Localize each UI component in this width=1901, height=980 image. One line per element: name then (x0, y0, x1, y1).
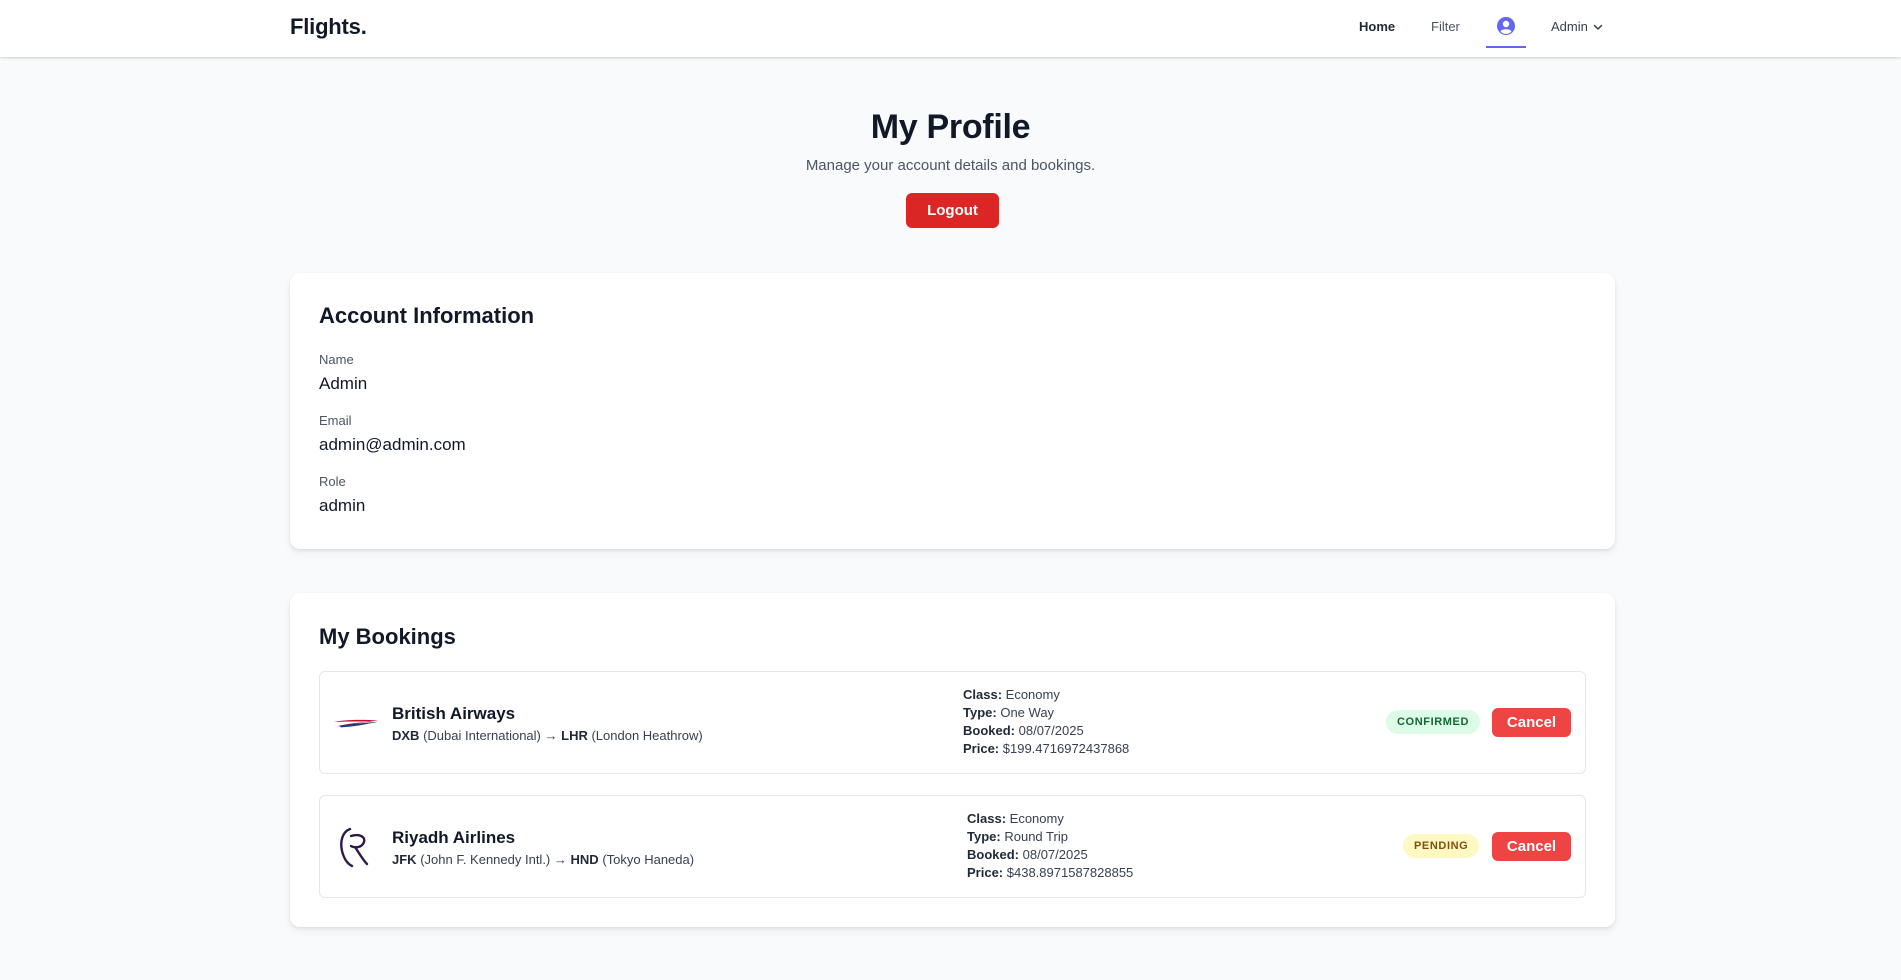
class-row: Class: Economy (963, 686, 1129, 704)
booked-value: 08/07/2025 (1022, 847, 1088, 862)
brand-logo[interactable]: Flights. (290, 14, 367, 40)
class-value: Economy (1009, 811, 1064, 826)
destination-code: LHR (561, 728, 588, 743)
origin-code: JFK (392, 852, 417, 867)
role-value: admin (319, 496, 366, 515)
destination-name: (Tokyo Haneda) (602, 852, 695, 867)
cancel-booking-button[interactable]: Cancel (1492, 832, 1571, 861)
riyadh-airlines-logo-icon (340, 827, 369, 868)
type-row: Type: Round Trip (967, 828, 1133, 846)
flight-route: DXB (Dubai International) → LHR (London … (392, 728, 703, 743)
booked-label: Booked: (967, 847, 1019, 862)
booking-item: Riyadh Airlines JFK (John F. Kennedy Int… (319, 795, 1586, 898)
account-information-card: Account Information Name Admin Email adm… (290, 273, 1615, 549)
name-value: Admin (319, 374, 368, 393)
price-row: Price: $199.4716972437868 (963, 740, 1129, 758)
user-circle-icon (1497, 17, 1515, 35)
nav-profile-link[interactable] (1486, 0, 1526, 48)
origin-name: (John F. Kennedy Intl.) (420, 852, 551, 867)
booked-row: Booked: 08/07/2025 (963, 722, 1129, 740)
airline-name: British Airways (392, 704, 516, 723)
type-value: One Way (1000, 705, 1055, 720)
top-navbar: Flights. Home Filter Admin (0, 0, 1901, 57)
airline-name: Riyadh Airlines (392, 828, 516, 847)
booking-details: Class: Economy Type: One Way Booked: 08/… (963, 686, 1129, 758)
role-label: Role (319, 474, 346, 489)
page-subtitle: Manage your account details and bookings… (805, 157, 1096, 174)
type-label: Type: (967, 829, 1001, 844)
user-menu-dropdown[interactable]: Admin (1551, 19, 1604, 34)
class-row: Class: Economy (967, 810, 1133, 828)
destination-name: (London Heathrow) (591, 728, 703, 743)
user-menu-label: Admin (1551, 19, 1588, 34)
cancel-booking-button[interactable]: Cancel (1492, 708, 1571, 737)
email-field: Email admin@admin.com (319, 413, 466, 455)
booked-label: Booked: (963, 723, 1015, 738)
type-row: Type: One Way (963, 704, 1129, 722)
flight-route: JFK (John F. Kennedy Intl.) → HND (Tokyo… (392, 852, 694, 867)
route-arrow-icon: → (544, 728, 558, 743)
bookings-card-title: My Bookings (319, 624, 456, 649)
class-label: Class: (967, 811, 1007, 826)
booking-item: British Airways DXB (Dubai International… (319, 671, 1586, 774)
booking-details: Class: Economy Type: Round Trip Booked: … (967, 810, 1133, 882)
class-value: Economy (1005, 687, 1060, 702)
email-value: admin@admin.com (319, 435, 466, 454)
nav-home-link[interactable]: Home (1359, 19, 1395, 34)
type-label: Type: (963, 705, 997, 720)
route-arrow-icon: → (553, 852, 567, 867)
name-field: Name Admin (319, 352, 367, 394)
page-header: My Profile Manage your account details a… (0, 108, 1901, 174)
page-title: My Profile (870, 108, 1031, 146)
type-value: Round Trip (1004, 829, 1068, 844)
account-card-title: Account Information (319, 303, 535, 328)
price-value: $199.4716972437868 (1002, 741, 1130, 756)
price-label: Price: (967, 865, 1004, 880)
logout-button[interactable]: Logout (906, 193, 999, 228)
destination-code: HND (570, 852, 599, 867)
role-field: Role admin (319, 474, 365, 516)
origin-name: (Dubai International) (423, 728, 541, 743)
nav-links: Home Filter Admin (1340, 0, 1620, 57)
price-row: Price: $438.8971587828855 (967, 864, 1133, 882)
booked-value: 08/07/2025 (1018, 723, 1084, 738)
class-label: Class: (963, 687, 1003, 702)
origin-code: DXB (392, 728, 420, 743)
nav-filter-link[interactable]: Filter (1431, 19, 1460, 34)
price-value: $438.8971587828855 (1006, 865, 1134, 880)
price-label: Price: (963, 741, 1000, 756)
my-bookings-card: My Bookings British Airways DXB (Dubai I… (290, 593, 1615, 927)
name-label: Name (319, 352, 354, 367)
status-badge: PENDING (1403, 834, 1480, 858)
chevron-down-icon (1593, 24, 1603, 30)
british-airways-logo-icon (334, 719, 378, 728)
booked-row: Booked: 08/07/2025 (967, 846, 1133, 864)
email-label: Email (319, 413, 352, 428)
status-badge: CONFIRMED (1386, 710, 1481, 734)
